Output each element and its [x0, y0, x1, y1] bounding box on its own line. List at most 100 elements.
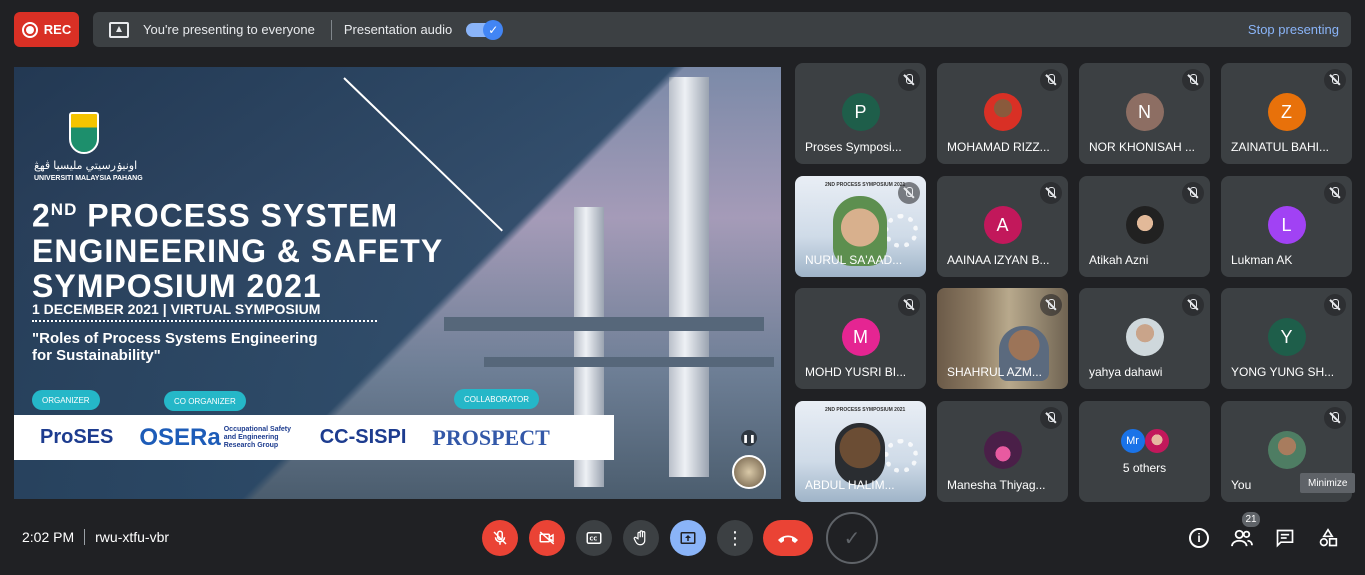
present-screen-icon [109, 21, 129, 38]
activity-check-button[interactable]: ✓ [826, 512, 878, 564]
sponsor-strip: ProSES OSERa Occupational Safety and Engi… [14, 415, 614, 460]
chat-icon [1276, 529, 1294, 548]
more-options-button[interactable]: ⋮ [717, 520, 753, 556]
divider [330, 19, 332, 40]
microphone-button[interactable] [482, 520, 518, 556]
divider [84, 529, 86, 545]
stop-presenting-button[interactable]: Stop presenting [1248, 22, 1339, 37]
mic-off-icon [1182, 69, 1204, 91]
avatar: Mr [1120, 429, 1145, 453]
captions-icon: CC [586, 532, 602, 544]
participant-tile[interactable]: A AAINAA IZYAN B... [937, 176, 1068, 277]
svg-text:CC: CC [590, 536, 598, 542]
activities-icon [1319, 528, 1338, 547]
others-count-label: 5 others [1122, 461, 1167, 475]
avatar: A [983, 206, 1022, 244]
participant-tile[interactable]: Atikah Azni [1079, 176, 1210, 277]
others-tile[interactable]: Mr 5 others [1079, 401, 1210, 502]
participant-name: yahya dahawi [1089, 365, 1163, 379]
slide-theme: "Roles of Process Systems Engineering fo… [32, 330, 318, 364]
avatar: Y [1267, 318, 1306, 356]
present-screen-icon [680, 532, 696, 544]
avatar: P [841, 93, 880, 131]
more-vert-icon: ⋮ [726, 528, 744, 548]
avatar [983, 93, 1022, 131]
present-now-button[interactable] [670, 520, 706, 556]
check-icon: ✓ [483, 19, 504, 40]
mic-off-icon [1040, 182, 1062, 204]
camera-off-icon [539, 531, 555, 545]
avatar: Z [1267, 93, 1306, 131]
presenter-thumbnail[interactable] [732, 455, 766, 489]
meeting-code: rwu-xtfu-vbr [95, 529, 170, 545]
participant-video [835, 423, 885, 485]
others-avatars: Mr [1120, 429, 1169, 453]
mic-off-icon [1040, 69, 1062, 91]
info-icon: i [1189, 528, 1209, 548]
participant-tile[interactable]: 2ND PROCESS SYMPOSIUM 2021 ABDUL HALIM..… [795, 401, 926, 502]
meeting-details-button[interactable]: i [1186, 525, 1212, 551]
rec-label: REC [43, 22, 72, 37]
people-icon [1231, 529, 1253, 547]
camera-button[interactable] [529, 520, 565, 556]
mic-off-icon [898, 294, 920, 316]
participant-tile[interactable]: Y YONG YUNG SH... [1221, 288, 1352, 389]
logo-university-text: UNIVERSITI MALAYSIA PAHANG [34, 175, 143, 182]
participant-name: NOR KHONISAH ... [1089, 140, 1196, 154]
mic-off-icon [898, 69, 920, 91]
participant-name: ABDUL HALIM... [805, 478, 895, 492]
participant-tile[interactable]: MOHAMAD RIZZ... [937, 63, 1068, 164]
participant-tile[interactable]: L Lukman AK [1221, 176, 1352, 277]
slide-title: 2ND PROCESS SYSTEM ENGINEERING & SAFETY … [32, 197, 444, 304]
participant-tile[interactable]: SHAHRUL AZM... [937, 288, 1068, 389]
presented-slide: اونيۏرسيتي مليسيا ڤهڠ UNIVERSITI MALAYSI… [14, 67, 781, 499]
participant-name: ZAINATUL BAHI... [1231, 140, 1330, 154]
mic-off-icon [1182, 182, 1204, 204]
avatar [983, 431, 1022, 469]
participant-name: MOHAMAD RIZZ... [947, 140, 1050, 154]
people-count-badge: 21 [1242, 512, 1260, 527]
participant-tile[interactable]: Z ZAINATUL BAHI... [1221, 63, 1352, 164]
leave-call-button[interactable] [763, 520, 813, 556]
people-button[interactable] [1229, 525, 1255, 551]
meeting-details: 2:02 PM rwu-xtfu-vbr [22, 529, 169, 545]
participant-tile[interactable]: Manesha Thiyag... [937, 401, 1068, 502]
presenting-text: You're presenting to everyone [143, 22, 315, 37]
logo-arabic-text: اونيۏرسيتي مليسيا ڤهڠ [34, 160, 138, 172]
activities-button[interactable] [1315, 525, 1341, 551]
pause-icon[interactable]: ❚❚ [741, 430, 757, 446]
participant-tile[interactable]: 2ND PROCESS SYMPOSIUM 2021 NURUL SA'AAD.… [795, 176, 926, 277]
presentation-audio-toggle[interactable]: ✓ [466, 19, 504, 40]
participant-name: YONG YUNG SH... [1231, 365, 1335, 379]
participant-name: Atikah Azni [1089, 253, 1149, 267]
avatar [1125, 206, 1164, 244]
participant-name: Lukman AK [1231, 253, 1293, 267]
mic-off-icon [493, 530, 507, 545]
participant-name: NURUL SA'AAD... [805, 253, 903, 267]
avatar: L [1267, 206, 1306, 244]
participant-name: Proses Symposi... [805, 140, 902, 154]
co-organizer-pill: CO ORGANIZER [164, 391, 246, 411]
organizer-pill: ORGANIZER [32, 390, 100, 410]
presenting-bar: You're presenting to everyone Presentati… [93, 12, 1351, 47]
record-icon [21, 21, 38, 38]
participant-tile[interactable]: N NOR KHONISAH ... [1079, 63, 1210, 164]
chat-button[interactable] [1272, 525, 1298, 551]
raise-hand-button[interactable] [623, 520, 659, 556]
slide-date: 1 DECEMBER 2021 | VIRTUAL SYMPOSIUM [32, 301, 321, 317]
hand-icon [633, 530, 646, 546]
gear-graphic [884, 439, 918, 473]
recording-indicator[interactable]: REC [14, 12, 79, 47]
participant-tile[interactable]: M MOHD YUSRI BI... [795, 288, 926, 389]
camera-slide-text: 2ND PROCESS SYMPOSIUM 2021 [825, 407, 906, 413]
prospect-logo: PROSPECT [432, 424, 550, 450]
camera-slide-text: 2ND PROCESS SYMPOSIUM 2021 [825, 182, 906, 188]
captions-button[interactable]: CC [576, 520, 612, 556]
participant-tile[interactable]: P Proses Symposi... [795, 63, 926, 164]
participant-tile[interactable]: yahya dahawi [1079, 288, 1210, 389]
dotted-divider [32, 320, 377, 322]
mic-off-icon [1324, 407, 1346, 429]
presentation-audio-label: Presentation audio [343, 22, 453, 37]
check-icon: ✓ [843, 527, 861, 550]
avatar [1144, 429, 1169, 453]
